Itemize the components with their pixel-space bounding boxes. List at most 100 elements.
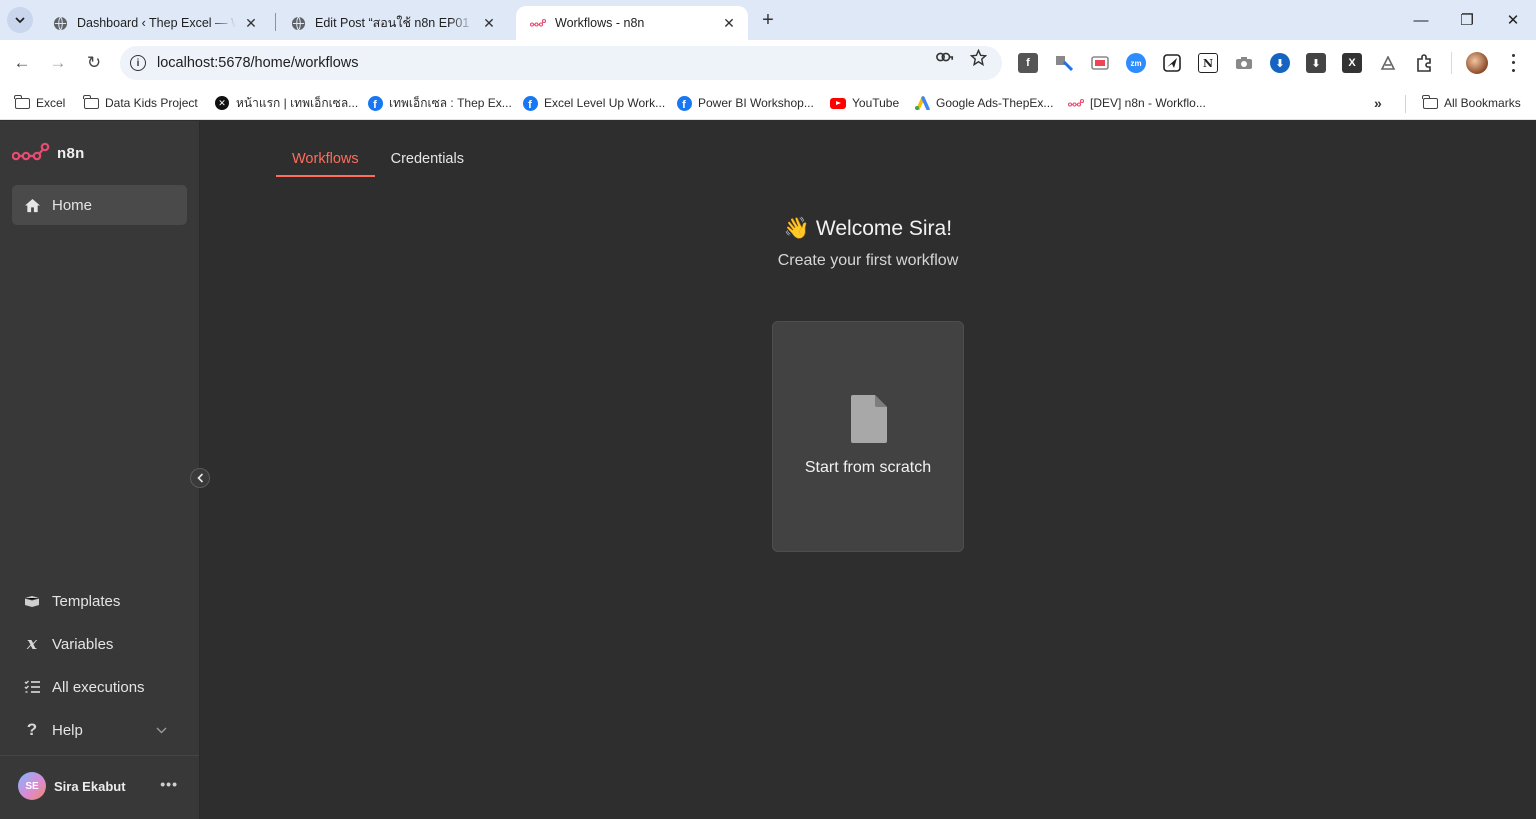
chevron-left-icon <box>196 473 203 483</box>
new-tab-button[interactable]: + <box>756 8 780 32</box>
forward-button[interactable]: → <box>45 50 71 76</box>
sidebar-item-variables[interactable]: x Variables <box>12 627 187 661</box>
browser-tab-bar: Dashboard ‹ Thep Excel — WordPress ✕ Edi… <box>0 0 1536 40</box>
globe-icon <box>52 15 68 31</box>
facebook-icon: f <box>522 95 538 111</box>
bookmark-label: Excel <box>36 96 66 110</box>
tab-workflows[interactable]: Workflows <box>276 147 375 177</box>
sidebar: n8n Home Templates x Variables All execu… <box>0 121 200 819</box>
browser-tab-workflows[interactable]: Workflows - n8n ✕ <box>516 6 748 40</box>
bookmark-power-bi-workshop[interactable]: f Power BI Workshop... <box>676 94 814 112</box>
start-from-scratch-card[interactable]: Start from scratch <box>772 321 964 552</box>
bookmark-label: Excel Level Up Work... <box>544 96 666 110</box>
bookmark-data-kids-project[interactable]: Data Kids Project <box>83 94 198 112</box>
bookmark-star-icon[interactable] <box>969 48 987 66</box>
n8n-logo[interactable]: n8n <box>12 142 85 163</box>
brand-name: n8n <box>57 144 85 162</box>
sidebar-item-help[interactable]: ? Help <box>12 713 187 747</box>
bookmark-label: [DEV] n8n - Workflo... <box>1090 96 1206 110</box>
question-mark-icon: ? <box>26 720 38 739</box>
avatar: SE <box>18 772 46 800</box>
browser-menu-icon[interactable] <box>1508 52 1518 74</box>
all-bookmarks-button[interactable]: All Bookmarks <box>1422 94 1521 112</box>
variable-x-icon: x <box>26 634 38 654</box>
chevron-down-icon <box>15 16 25 23</box>
google-ads-icon <box>914 95 930 111</box>
extension-download-icon[interactable]: ⬇ <box>1270 53 1290 73</box>
extension-cast-icon[interactable] <box>1090 53 1110 73</box>
toolbar-separator <box>1451 52 1452 74</box>
n8n-logo-icon <box>12 142 50 161</box>
tab-close-icon[interactable]: ✕ <box>720 14 738 32</box>
folder-icon <box>14 94 30 111</box>
bookmark-n8n-dev[interactable]: [DEV] n8n - Workflo... <box>1068 94 1206 112</box>
chevron-down-icon <box>156 723 167 737</box>
extension-x-icon[interactable]: X <box>1342 53 1362 73</box>
bookmarks-overflow-button[interactable]: » <box>1374 95 1382 111</box>
bookmark-excel-level-up[interactable]: f Excel Level Up Work... <box>522 94 665 112</box>
n8n-app: n8n Home Templates x Variables All execu… <box>0 121 1536 819</box>
reload-button[interactable]: ↻ <box>81 50 107 76</box>
browser-tab-edit-post[interactable]: Edit Post “สอนใช้ n8n EP01 : เริ่มต้น ✕ <box>276 6 508 40</box>
profile-avatar[interactable] <box>1466 52 1488 74</box>
bookmark-thepexcel-home[interactable]: ✕ หน้าแรก | เทพเอ็กเซล... <box>214 94 358 112</box>
sidebar-item-label: Help <box>52 721 83 739</box>
n8n-logo-icon <box>1068 95 1084 111</box>
minimize-button[interactable]: — <box>1398 0 1444 40</box>
sidebar-item-home[interactable]: Home <box>12 185 187 225</box>
extension-send-icon[interactable] <box>1162 53 1182 73</box>
restore-button[interactable]: ❐ <box>1444 0 1490 40</box>
site-info-icon[interactable]: i <box>130 55 146 71</box>
x-logo-icon: ✕ <box>214 95 230 111</box>
bookmark-label: เทพเอ็กเซล : Thep Ex... <box>389 95 512 110</box>
collapse-sidebar-button[interactable] <box>190 468 210 488</box>
main-content: Workflows Credentials 👋 Welcome Sira! Cr… <box>200 121 1536 819</box>
password-key-icon[interactable] <box>936 48 954 66</box>
url-text[interactable]: localhost:5678/home/workflows <box>157 55 359 71</box>
sidebar-item-label: All executions <box>52 678 145 696</box>
sidebar-item-executions[interactable]: All executions <box>12 670 187 704</box>
bookmark-youtube[interactable]: YouTube <box>830 94 899 112</box>
bookmark-thepexcel-facebook[interactable]: f เทพเอ็กเซล : Thep Ex... <box>367 94 512 112</box>
main-tabs: Workflows Credentials <box>276 147 480 177</box>
sidebar-item-label: Home <box>52 196 93 214</box>
tab-credentials[interactable]: Credentials <box>375 147 480 177</box>
folder-icon <box>1422 94 1438 111</box>
address-bar[interactable]: i localhost:5678/home/workflows <box>120 46 1002 80</box>
sidebar-item-label: Templates <box>52 592 121 610</box>
extension-camera-icon[interactable] <box>1234 53 1254 73</box>
extension-translate-icon[interactable] <box>1054 53 1074 73</box>
user-menu[interactable]: SE Sira Ekabut ••• <box>18 771 188 801</box>
extension-notion-icon[interactable]: N <box>1198 53 1218 73</box>
extension-f-icon[interactable]: f <box>1018 53 1038 73</box>
extension-zoom-icon[interactable]: zm <box>1126 53 1146 73</box>
tab-title: Edit Post “สอนใช้ n8n EP01 : เริ่มต้น <box>315 16 474 30</box>
facebook-icon: f <box>676 95 692 111</box>
file-icon <box>851 395 887 443</box>
facebook-icon: f <box>367 95 383 111</box>
welcome-heading: 👋 Welcome Sira! <box>783 217 953 240</box>
browser-tab-wordpress-dashboard[interactable]: Dashboard ‹ Thep Excel — WordPress ✕ <box>38 6 270 40</box>
box-open-icon <box>23 592 41 610</box>
bookmark-excel[interactable]: Excel <box>14 94 65 112</box>
extension-pdf-icon[interactable] <box>1378 53 1398 73</box>
folder-icon <box>83 94 99 111</box>
extension-save-icon[interactable]: ⬇ <box>1306 53 1326 73</box>
bookmark-label: Data Kids Project <box>105 96 198 110</box>
extensions-puzzle-icon[interactable] <box>1414 53 1434 73</box>
card-label: Start from scratch <box>804 459 932 476</box>
youtube-icon <box>830 95 846 111</box>
tab-title: Workflows - n8n <box>555 16 645 30</box>
bookmark-label: Google Ads-ThepEx... <box>936 96 1054 110</box>
welcome-subtitle: Create your first workflow <box>777 252 959 269</box>
window-close-button[interactable]: ✕ <box>1490 0 1536 40</box>
tab-search-button[interactable] <box>7 7 33 33</box>
sidebar-item-templates[interactable]: Templates <box>12 584 187 618</box>
bookmark-google-ads[interactable]: Google Ads-ThepEx... <box>914 94 1053 112</box>
tab-close-icon[interactable]: ✕ <box>480 14 498 32</box>
tab-close-icon[interactable]: ✕ <box>242 14 260 32</box>
back-button[interactable]: ← <box>9 50 35 76</box>
bookmarks-bar: Excel Data Kids Project ✕ หน้าแรก | เทพเ… <box>0 86 1536 120</box>
more-options-icon[interactable]: ••• <box>160 777 178 791</box>
browser-toolbar: ← → ↻ i localhost:5678/home/workflows f … <box>0 40 1536 86</box>
